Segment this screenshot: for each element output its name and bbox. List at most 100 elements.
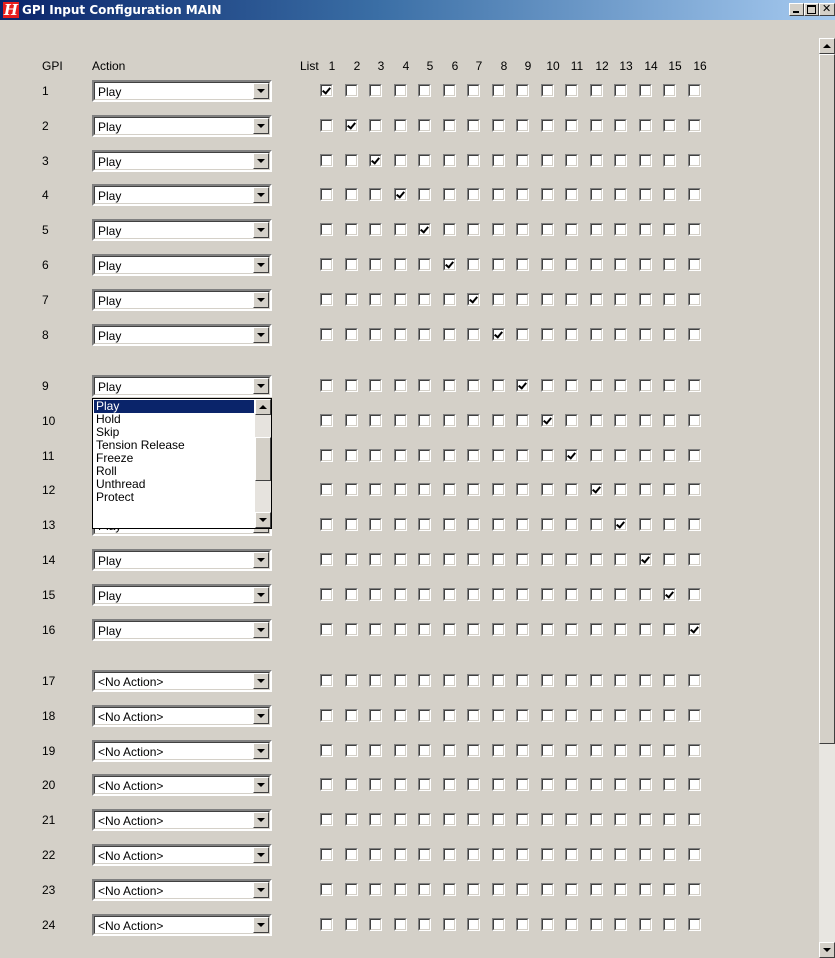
list-checkbox-14[interactable] — [639, 379, 652, 392]
list-checkbox-3[interactable] — [369, 293, 382, 306]
list-checkbox-10[interactable] — [541, 813, 554, 826]
list-checkbox-14[interactable] — [639, 813, 652, 826]
list-checkbox-8[interactable] — [492, 258, 505, 271]
list-checkbox-7[interactable] — [467, 883, 480, 896]
list-checkbox-15[interactable] — [663, 293, 676, 306]
dropdown-arrow-icon[interactable] — [253, 257, 269, 273]
list-checkbox-15[interactable] — [663, 119, 676, 132]
list-checkbox-7[interactable] — [467, 154, 480, 167]
list-checkbox-10[interactable] — [541, 778, 554, 791]
dropdown-arrow-icon[interactable] — [253, 743, 269, 759]
action-select[interactable]: <No Action> — [92, 879, 272, 901]
action-select[interactable]: Play — [92, 254, 272, 276]
list-checkbox-13[interactable] — [614, 188, 627, 201]
list-checkbox-11[interactable] — [565, 188, 578, 201]
list-checkbox-10[interactable] — [541, 449, 554, 462]
list-checkbox-8[interactable] — [492, 483, 505, 496]
list-checkbox-15[interactable] — [663, 674, 676, 687]
list-checkbox-2[interactable] — [345, 119, 358, 132]
list-checkbox-8[interactable] — [492, 744, 505, 757]
list-checkbox-3[interactable] — [369, 379, 382, 392]
list-checkbox-13[interactable] — [614, 588, 627, 601]
list-checkbox-12[interactable] — [590, 223, 603, 236]
list-checkbox-11[interactable] — [565, 119, 578, 132]
action-select[interactable]: Play — [92, 115, 272, 137]
list-checkbox-16[interactable] — [688, 883, 701, 896]
list-checkbox-3[interactable] — [369, 518, 382, 531]
list-checkbox-13[interactable] — [614, 918, 627, 931]
list-checkbox-8[interactable] — [492, 328, 505, 341]
list-checkbox-2[interactable] — [345, 223, 358, 236]
list-checkbox-13[interactable] — [614, 258, 627, 271]
list-checkbox-11[interactable] — [565, 813, 578, 826]
list-checkbox-14[interactable] — [639, 258, 652, 271]
list-checkbox-5[interactable] — [418, 258, 431, 271]
list-checkbox-14[interactable] — [639, 709, 652, 722]
list-checkbox-3[interactable] — [369, 883, 382, 896]
list-checkbox-2[interactable] — [345, 813, 358, 826]
list-checkbox-9[interactable] — [516, 623, 529, 636]
list-checkbox-14[interactable] — [639, 883, 652, 896]
list-checkbox-14[interactable] — [639, 414, 652, 427]
list-checkbox-4[interactable] — [394, 553, 407, 566]
list-checkbox-5[interactable] — [418, 848, 431, 861]
list-checkbox-9[interactable] — [516, 483, 529, 496]
list-checkbox-11[interactable] — [565, 709, 578, 722]
list-checkbox-9[interactable] — [516, 778, 529, 791]
list-checkbox-6[interactable] — [443, 553, 456, 566]
list-checkbox-1[interactable] — [320, 918, 333, 931]
list-checkbox-13[interactable] — [614, 119, 627, 132]
list-checkbox-14[interactable] — [639, 588, 652, 601]
list-checkbox-1[interactable] — [320, 188, 333, 201]
list-checkbox-16[interactable] — [688, 813, 701, 826]
list-checkbox-13[interactable] — [614, 674, 627, 687]
list-checkbox-10[interactable] — [541, 328, 554, 341]
list-checkbox-13[interactable] — [614, 553, 627, 566]
list-checkbox-7[interactable] — [467, 518, 480, 531]
dropdown-arrow-icon[interactable] — [253, 777, 269, 793]
list-checkbox-4[interactable] — [394, 414, 407, 427]
dropdown-arrow-icon[interactable] — [253, 187, 269, 203]
list-checkbox-3[interactable] — [369, 414, 382, 427]
action-select[interactable]: Play — [92, 584, 272, 606]
main-scrollbar[interactable] — [819, 38, 835, 958]
list-checkbox-6[interactable] — [443, 883, 456, 896]
list-checkbox-3[interactable] — [369, 328, 382, 341]
list-checkbox-9[interactable] — [516, 293, 529, 306]
list-checkbox-7[interactable] — [467, 483, 480, 496]
list-checkbox-7[interactable] — [467, 328, 480, 341]
list-checkbox-5[interactable] — [418, 709, 431, 722]
list-checkbox-14[interactable] — [639, 223, 652, 236]
list-checkbox-13[interactable] — [614, 518, 627, 531]
list-checkbox-2[interactable] — [345, 674, 358, 687]
list-checkbox-10[interactable] — [541, 414, 554, 427]
list-checkbox-8[interactable] — [492, 414, 505, 427]
list-checkbox-16[interactable] — [688, 258, 701, 271]
list-checkbox-16[interactable] — [688, 709, 701, 722]
list-checkbox-7[interactable] — [467, 918, 480, 931]
list-checkbox-2[interactable] — [345, 379, 358, 392]
list-checkbox-16[interactable] — [688, 918, 701, 931]
action-select[interactable]: <No Action> — [92, 844, 272, 866]
list-checkbox-9[interactable] — [516, 553, 529, 566]
list-checkbox-9[interactable] — [516, 813, 529, 826]
list-checkbox-5[interactable] — [418, 154, 431, 167]
list-checkbox-11[interactable] — [565, 379, 578, 392]
list-checkbox-9[interactable] — [516, 918, 529, 931]
list-checkbox-1[interactable] — [320, 258, 333, 271]
list-checkbox-7[interactable] — [467, 293, 480, 306]
list-checkbox-3[interactable] — [369, 848, 382, 861]
list-checkbox-1[interactable] — [320, 883, 333, 896]
list-checkbox-16[interactable] — [688, 293, 701, 306]
list-checkbox-10[interactable] — [541, 848, 554, 861]
list-checkbox-15[interactable] — [663, 328, 676, 341]
list-checkbox-6[interactable] — [443, 188, 456, 201]
list-checkbox-6[interactable] — [443, 518, 456, 531]
list-checkbox-10[interactable] — [541, 623, 554, 636]
list-checkbox-13[interactable] — [614, 623, 627, 636]
list-checkbox-14[interactable] — [639, 744, 652, 757]
list-checkbox-6[interactable] — [443, 674, 456, 687]
list-checkbox-4[interactable] — [394, 328, 407, 341]
list-checkbox-9[interactable] — [516, 154, 529, 167]
list-checkbox-1[interactable] — [320, 744, 333, 757]
